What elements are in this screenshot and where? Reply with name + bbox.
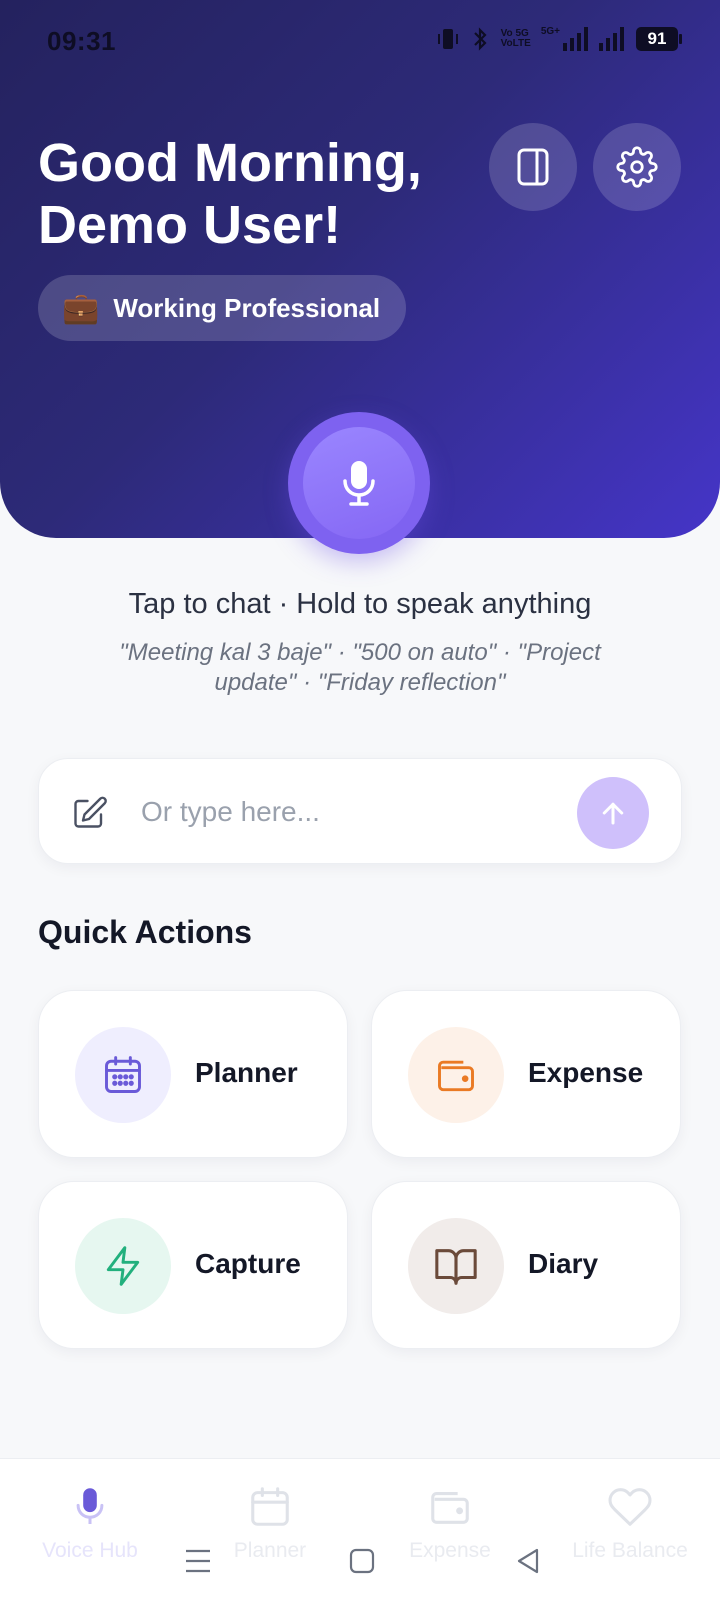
wallet-icon [431,1492,469,1524]
voice-hint-examples: "Meeting kal 3 baje" · "500 on auto" · "… [119,639,601,696]
quick-action-label: Expense [528,1057,644,1088]
voice-hub-screen: 09:31 Vo 5G VoLTE 5G+ 91 Good Morning, D… [0,0,720,1604]
menu-icon [186,1549,210,1573]
quick-action-label: Capture [195,1248,301,1279]
gear-icon [616,146,658,188]
arrow-up-icon [602,802,624,825]
send-button[interactable] [577,777,649,849]
nav-icon-wrap [0,1481,180,1533]
nav-item-life-balance[interactable]: Life Balance [540,1481,720,1571]
quick-action-capture[interactable]: Capture [38,1181,348,1349]
bottom-nav: Voice Hub Planner Expense Life Balance [0,1458,720,1604]
signal-strength-icon-2 [599,27,624,51]
nav-icon-wrap [180,1481,360,1533]
quick-action-label: Diary [528,1248,599,1279]
nav-icon-wrap [360,1481,540,1533]
bluetooth-icon [473,27,487,51]
quick-action-label: Planner [195,1057,298,1088]
nav-item-voice-hub[interactable]: Voice Hub [0,1481,180,1571]
chat-input-bar [38,758,682,864]
quick-action-planner[interactable]: Planner [38,990,348,1158]
greeting-line-2: Demo User! [38,195,342,255]
edit-icon [74,796,107,828]
greeting-line-1: Good Morning, [38,133,422,193]
system-home-button[interactable] [342,1541,382,1581]
vibrate-icon [437,29,458,49]
quick-actions-title: Quick Actions [38,914,252,950]
heart-icon [608,1488,652,1526]
quick-action-expense[interactable]: Expense [371,990,681,1158]
settings-button[interactable] [593,123,681,211]
nav-label: Life Balance [572,1539,688,1562]
voice-hint-title: Tap to chat · Hold to speak anything [128,588,592,620]
planner-icon-circle [75,1027,171,1123]
status-time: 09:31 [47,26,116,56]
nav-icon-wrap [540,1481,720,1533]
diary-icon-circle [408,1218,504,1314]
signal-5g: 5G+ [541,27,588,51]
system-recents-button[interactable] [178,1541,218,1581]
voice-mic-button[interactable] [288,412,430,554]
role-badge[interactable]: 💼 Working Professional [38,275,407,341]
calendar-icon [251,1487,289,1526]
greeting: Good Morning, Demo User! [38,132,478,256]
lightning-icon [106,1246,140,1286]
system-back-button[interactable] [508,1541,548,1581]
network-5g-label: 5G+ [540,26,560,37]
role-label: Working Professional [113,292,381,323]
microphone-icon [76,1488,104,1524]
network-label-bottom: VoLTE [500,38,531,49]
capture-icon-circle [75,1218,171,1314]
status-icons: Vo 5G VoLTE 5G+ 91 [437,26,682,52]
home-square-icon [349,1548,375,1574]
briefcase-icon: 💼 [62,291,100,325]
sidebar-toggle-button[interactable] [489,123,577,211]
quick-action-diary[interactable]: Diary [371,1181,681,1349]
calendar-icon [105,1056,141,1093]
microphone-icon [343,461,375,506]
status-bar: 09:31 Vo 5G VoLTE 5G+ 91 [0,0,720,84]
signal-strength-icon [563,27,588,51]
back-triangle-icon [517,1548,539,1574]
network-labels: Vo 5G VoLTE [501,29,531,49]
battery-indicator: 91 [636,27,682,51]
sidebar-panel-icon [517,148,549,186]
wallet-icon [438,1060,474,1092]
voice-mic-inner [303,427,415,539]
nav-label: Voice Hub [42,1539,138,1562]
book-icon [435,1249,477,1285]
chat-input[interactable] [141,787,581,837]
expense-icon-circle [408,1027,504,1123]
